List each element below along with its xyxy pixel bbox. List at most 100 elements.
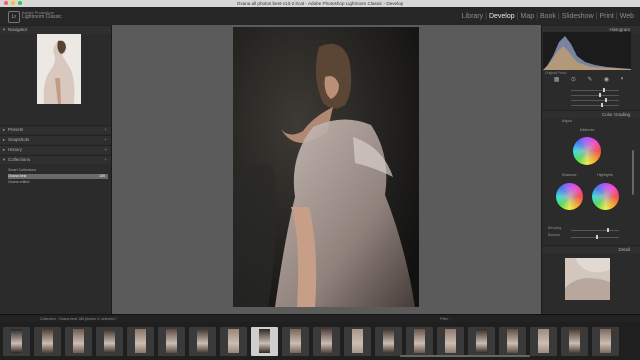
midtones-label: Midtones — [579, 128, 595, 132]
filmstrip-thumbnail[interactable] — [530, 326, 557, 356]
filmstrip-thumbnail[interactable] — [96, 326, 123, 356]
filmstrip-source-info: Collection : Oxana best 185 photos /1 se… — [40, 317, 117, 321]
add-snapshot-icon[interactable]: + — [104, 136, 107, 144]
original-photo-label: Original Photo — [545, 71, 567, 75]
filmstrip-thumbnail[interactable] — [3, 326, 30, 356]
filmstrip-thumbnail[interactable] — [499, 326, 526, 356]
filmstrip-thumbnail[interactable] — [561, 326, 588, 356]
collapse-triangle-icon: ▾ — [2, 157, 6, 162]
filmstrip-thumbnail[interactable] — [282, 326, 309, 356]
filmstrip-thumbnail[interactable] — [313, 326, 340, 356]
adjust-label: Adjust — [562, 119, 572, 123]
detail-preview[interactable] — [565, 258, 610, 300]
module-print[interactable]: Print — [599, 13, 613, 20]
thumbnail-image — [73, 329, 84, 353]
thumbnail-image — [42, 329, 53, 353]
color-grading-header[interactable]: Color Grading — [542, 110, 640, 118]
add-collection-icon[interactable]: + — [104, 156, 107, 164]
filmstrip-thumbnail[interactable] — [65, 326, 92, 356]
right-panel-scrollbar[interactable] — [632, 150, 634, 195]
detail-header[interactable]: Detail — [542, 245, 640, 253]
spot-removal-icon[interactable]: ⊙ — [571, 76, 576, 84]
presets-header[interactable]: ▸ Presets + — [0, 125, 111, 134]
collection-row-selected[interactable]: Oxana best 185 — [8, 174, 108, 179]
masking-tool-icon[interactable]: ◐ — [621, 76, 625, 84]
module-book[interactable]: Book — [540, 13, 556, 20]
collection-row[interactable]: Smart Collections — [8, 168, 108, 173]
crop-tool-icon[interactable]: ▦ — [554, 76, 560, 84]
window-title: Oxana all photos best-v13-2.lrcat - Adob… — [236, 1, 404, 6]
thumbnail-image — [352, 329, 363, 353]
brand-app: Lightroom Classic — [22, 14, 62, 20]
thumbnail-image — [135, 329, 146, 353]
collapse-triangle-icon: ▾ — [2, 27, 6, 32]
thumbnail-image — [383, 329, 394, 353]
expand-triangle-icon: ▸ — [2, 147, 6, 152]
brush-tool-icon[interactable]: ✎ — [587, 76, 592, 84]
filmstrip-thumbnail[interactable] — [158, 326, 185, 356]
tone-slider[interactable] — [547, 103, 629, 107]
filmstrip — [0, 322, 640, 360]
redeye-tool-icon[interactable]: ◉ — [604, 76, 609, 84]
add-preset-icon[interactable]: + — [104, 126, 107, 134]
module-map[interactable]: Map — [520, 13, 534, 20]
filmstrip-thumbnail[interactable] — [592, 326, 619, 356]
tone-slider[interactable] — [547, 93, 629, 97]
shadows-label: Shadows — [561, 173, 577, 177]
blending-slider[interactable] — [547, 228, 629, 232]
midtones-color-wheel[interactable] — [573, 137, 601, 165]
collection-row[interactable]: Oxana edited — [8, 180, 108, 185]
thumbnail-image — [569, 329, 580, 353]
filmstrip-thumbnail[interactable] — [344, 326, 371, 356]
thumbnail-image — [259, 329, 270, 353]
expand-triangle-icon: ▸ — [2, 127, 6, 132]
thumbnail-image — [290, 329, 301, 353]
filmstrip-thumbnail[interactable] — [375, 326, 402, 356]
app-brand: Adobe Photoshop Lightroom Classic — [22, 10, 62, 20]
thumbnail-image — [600, 329, 611, 353]
thumbnail-image — [321, 329, 332, 353]
navigator-preview[interactable] — [37, 34, 81, 104]
identity-plate: Lr Adobe Photoshop Lightroom Classic Lib… — [0, 7, 640, 25]
filmstrip-thumbnail[interactable] — [34, 326, 61, 356]
filmstrip-scrollbar[interactable] — [400, 355, 530, 357]
tone-slider[interactable] — [547, 98, 629, 102]
thumbnail-image — [197, 329, 208, 353]
module-web[interactable]: Web — [620, 13, 634, 20]
thumbnail-image — [445, 329, 456, 353]
collections-header[interactable]: ▾ Collections + — [0, 155, 111, 164]
develop-tool-strip: ▦ ⊙ ✎ ◉ ◐ — [548, 76, 630, 84]
highlights-label: Highlights — [597, 173, 613, 177]
thumbnail-image — [476, 329, 487, 353]
thumbnail-image — [104, 329, 115, 353]
thumbnail-image — [11, 329, 22, 353]
balance-slider[interactable] — [547, 235, 629, 239]
filmstrip-thumbnail[interactable] — [406, 326, 433, 356]
thumbnail-image — [414, 329, 425, 353]
clear-history-icon[interactable]: × — [104, 146, 107, 154]
lightroom-logo-icon: Lr — [8, 11, 20, 23]
navigator-header[interactable]: ▾ Navigator — [0, 25, 111, 34]
main-photo[interactable] — [233, 27, 419, 307]
history-header[interactable]: ▸ History × — [0, 145, 111, 154]
filmstrip-thumbnail[interactable] — [437, 326, 464, 356]
thumbnail-image — [507, 329, 518, 353]
module-picker: Library | Develop | Map | Book | Slideshow | … — [461, 13, 634, 20]
filmstrip-thumbnail[interactable] — [189, 326, 216, 356]
filmstrip-thumbnail[interactable] — [127, 326, 154, 356]
module-library[interactable]: Library — [462, 13, 483, 20]
tone-slider[interactable] — [547, 88, 629, 92]
highlights-color-wheel[interactable] — [592, 183, 619, 210]
filmstrip-thumbnail[interactable] — [251, 326, 278, 356]
filmstrip-thumbnail[interactable] — [220, 326, 247, 356]
title-bar: Oxana all photos best-v13-2.lrcat - Adob… — [0, 0, 640, 7]
module-develop[interactable]: Develop — [489, 13, 515, 20]
snapshots-header[interactable]: ▸ Snapshots + — [0, 135, 111, 144]
shadows-color-wheel[interactable] — [556, 183, 583, 210]
thumbnail-image — [228, 329, 239, 353]
histogram[interactable] — [543, 32, 631, 70]
thumbnail-image — [538, 329, 549, 353]
filmstrip-thumbnail[interactable] — [468, 326, 495, 356]
thumbnail-image — [166, 329, 177, 353]
module-slideshow[interactable]: Slideshow — [562, 13, 594, 20]
